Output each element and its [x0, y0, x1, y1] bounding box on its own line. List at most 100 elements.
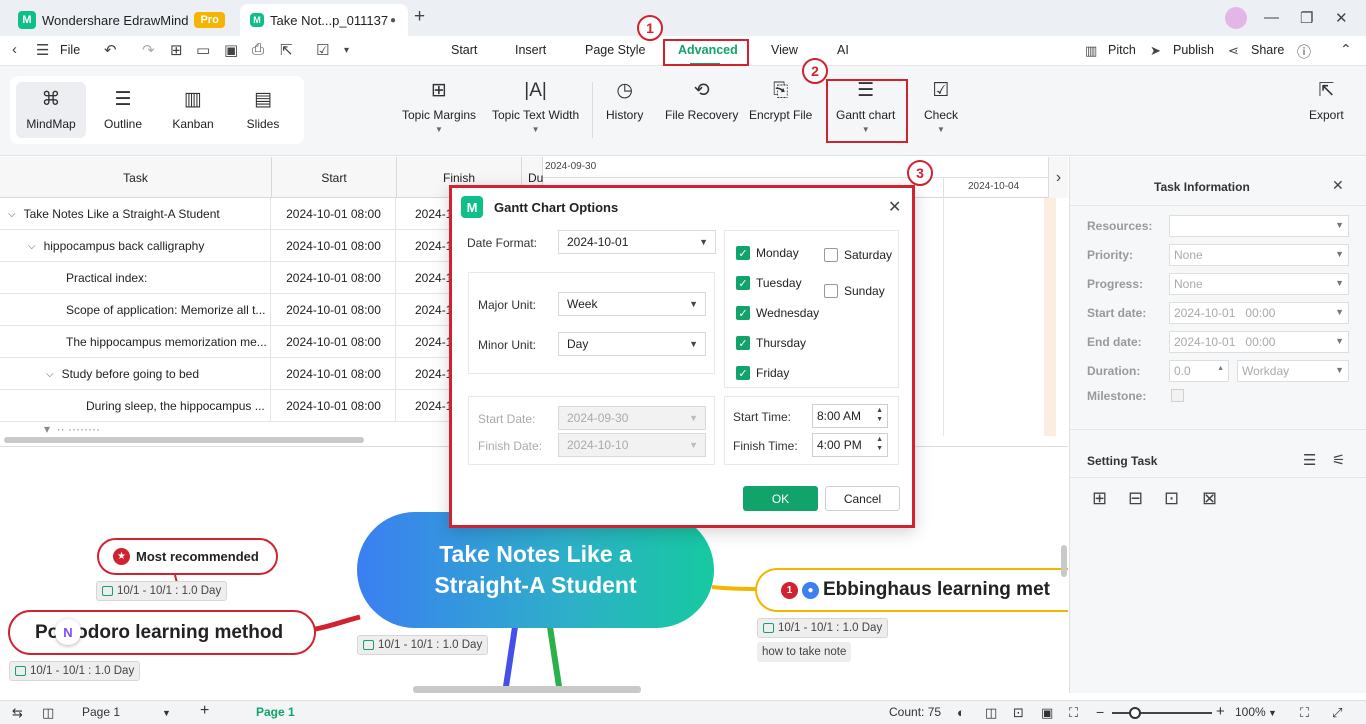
task-cell[interactable]: ⌵ hippocampus back calligraphy: [0, 230, 271, 262]
end-date-field[interactable]: 2024-10-01 00:00 ▼: [1169, 331, 1349, 353]
tab-view[interactable]: View: [771, 43, 798, 57]
cancel-button[interactable]: Cancel: [825, 486, 900, 511]
note-chip[interactable]: how to take note: [757, 642, 852, 662]
spinner-icon[interactable]: ▲ ▼: [876, 406, 883, 424]
task-cell[interactable]: ⌵ Take Notes Like a Straight-A Student: [0, 198, 271, 230]
page-dropdown-icon[interactable]: ▼: [162, 708, 171, 718]
zoom-slider-thumb[interactable]: [1129, 707, 1141, 719]
start-time-input[interactable]: 8:00 AM ▲ ▼: [812, 404, 888, 428]
close-window-icon[interactable]: ✕: [1335, 9, 1348, 27]
start-cell[interactable]: 2024-10-01 08:00: [272, 326, 396, 358]
checkbox-checked-icon[interactable]: ✓: [736, 306, 750, 320]
help-icon[interactable]: ⓘ: [1297, 42, 1311, 62]
page-tab-1[interactable]: Page 1: [256, 705, 295, 719]
dialog-close-icon[interactable]: ✕: [888, 197, 901, 217]
new-tab-plus-icon[interactable]: +: [414, 6, 425, 28]
book-icon[interactable]: ◫: [985, 705, 997, 721]
print-icon[interactable]: ⎙: [252, 41, 264, 58]
date-chip-pomodoro[interactable]: 10/1 - 10/1 : 1.0 Day: [9, 661, 141, 681]
date-format-select[interactable]: 2024-10-01 ▼: [558, 230, 716, 254]
kanban-view-button[interactable]: ▥ Kanban: [158, 82, 228, 138]
expand-icon[interactable]: ⤢: [1332, 705, 1342, 721]
day-checkbox-monday[interactable]: ✓ Monday: [736, 246, 799, 260]
recommended-callout[interactable]: ★ Most recommended: [97, 538, 278, 575]
start-cell[interactable]: 2024-10-01 08:00: [272, 390, 396, 422]
topic-margins-button[interactable]: ⊞ Topic Margins ▼: [402, 80, 476, 134]
page-select[interactable]: Page 1: [82, 705, 120, 719]
canvas-horizontal-scrollbar[interactable]: [413, 686, 641, 693]
file-menu[interactable]: File: [60, 43, 80, 57]
date-chip-ebbinghaus[interactable]: 10/1 - 10/1 : 1.0 Day: [757, 618, 889, 638]
topic-text-width-button[interactable]: |A| Topic Text Width ▼: [492, 80, 579, 134]
minor-unit-select[interactable]: Day ▼: [558, 332, 706, 356]
slides-view-button[interactable]: ▤ Slides: [228, 82, 298, 138]
zoom-slider-track[interactable]: [1112, 712, 1212, 714]
milestone-checkbox[interactable]: [1171, 389, 1184, 402]
duration-input[interactable]: 0.0 ▲: [1169, 360, 1229, 382]
file-recovery-button[interactable]: ⟲ File Recovery: [665, 80, 738, 122]
start-cell[interactable]: 2024-10-01 08:00: [272, 294, 396, 326]
encrypt-file-button[interactable]: ⎘ Encrypt File: [749, 80, 812, 122]
new-file-icon[interactable]: ⊞: [170, 41, 183, 59]
tab-insert[interactable]: Insert: [515, 43, 546, 57]
minimize-icon[interactable]: —: [1264, 9, 1279, 26]
sidebar-toggle-icon[interactable]: ⇆: [12, 705, 23, 721]
collapse-chevron-icon[interactable]: ⌵: [46, 369, 54, 380]
adjust-icon[interactable]: ⚟: [1332, 451, 1345, 469]
column-header-task[interactable]: Task: [0, 157, 272, 198]
checkbox-checked-icon[interactable]: ✓: [736, 276, 750, 290]
gantt-horizontal-scrollbar[interactable]: [4, 437, 364, 443]
task-cell[interactable]: Practical index:: [0, 262, 271, 294]
collapse-chevron-icon[interactable]: ⌵: [28, 241, 36, 252]
resources-select[interactable]: ▼: [1169, 215, 1349, 237]
focus-icon[interactable]: ◐: [957, 705, 965, 720]
finish-time-input[interactable]: 4:00 PM ▲ ▼: [812, 433, 888, 457]
export-button[interactable]: ⇱ Export: [1309, 80, 1344, 122]
publish-button[interactable]: Publish: [1173, 43, 1214, 57]
redo-icon[interactable]: ↷: [142, 41, 155, 59]
day-checkbox-wednesday[interactable]: ✓ Wednesday: [736, 306, 819, 320]
start-cell[interactable]: 2024-10-01 08:00: [272, 230, 396, 262]
start-cell[interactable]: 2024-10-01 08:00: [272, 358, 396, 390]
checkbox-checked-icon[interactable]: ✓: [736, 246, 750, 260]
outline-view-button[interactable]: ☰ Outline: [88, 82, 158, 138]
export-small-icon[interactable]: ⇱: [280, 41, 293, 59]
start-date-select[interactable]: 2024-09-30 ▼: [558, 406, 706, 430]
app-tab[interactable]: M Wondershare EdrawMind Pro: [8, 4, 235, 36]
canvas-vertical-scrollbar[interactable]: [1061, 545, 1067, 577]
save-icon[interactable]: ▣: [224, 41, 238, 59]
avatar[interactable]: [1225, 7, 1247, 29]
ai-assistant-icon[interactable]: N: [55, 619, 81, 645]
priority-select[interactable]: None ▼: [1169, 244, 1349, 266]
start-cell[interactable]: 2024-10-01 08:00: [272, 262, 396, 294]
checkbox-empty-icon[interactable]: [824, 248, 838, 262]
day-checkbox-sunday[interactable]: Sunday: [824, 284, 885, 298]
task-cell[interactable]: The hippocampus memorization me...: [0, 326, 271, 358]
duration-unit-select[interactable]: Workday ▼: [1237, 360, 1349, 382]
remove-task-icon[interactable]: ⊟: [1128, 488, 1143, 509]
tab-page-style[interactable]: Page Style: [585, 43, 645, 57]
fit-screen-icon[interactable]: ⛶: [1300, 705, 1309, 721]
hamburger-menu-icon[interactable]: ☰: [36, 41, 49, 59]
add-subtask-icon[interactable]: ⊡: [1164, 488, 1179, 509]
add-task-icon[interactable]: ⊞: [1092, 488, 1107, 509]
zoom-in-icon[interactable]: +: [1216, 703, 1225, 720]
start-cell[interactable]: 2024-10-01 08:00: [272, 198, 396, 230]
mindmap-view-button[interactable]: ⌘ MindMap: [16, 82, 86, 138]
panel-toggle-icon[interactable]: ◫: [42, 705, 54, 721]
share-button[interactable]: Share: [1251, 43, 1284, 57]
checkbox-checked-icon[interactable]: ✓: [736, 336, 750, 350]
column-header-start[interactable]: Start: [272, 157, 397, 198]
presentation-icon[interactable]: ▣: [1041, 705, 1053, 721]
add-page-icon[interactable]: +: [200, 702, 209, 720]
task-panel-close-icon[interactable]: ✕: [1332, 177, 1344, 194]
task-cell[interactable]: During sleep, the hippocampus ...: [0, 390, 271, 422]
more-chevron-icon[interactable]: ▾: [344, 45, 349, 56]
task-cell[interactable]: Scope of application: Memorize all t...: [0, 294, 271, 326]
undo-icon[interactable]: ↶: [104, 41, 117, 59]
align-icon[interactable]: ☰: [1303, 451, 1316, 469]
collapse-chevron-icon[interactable]: ⌵: [8, 209, 16, 220]
day-checkbox-saturday[interactable]: Saturday: [824, 248, 892, 262]
progress-select[interactable]: None ▼: [1169, 273, 1349, 295]
collapse-ribbon-icon[interactable]: ⌃: [1340, 41, 1352, 58]
